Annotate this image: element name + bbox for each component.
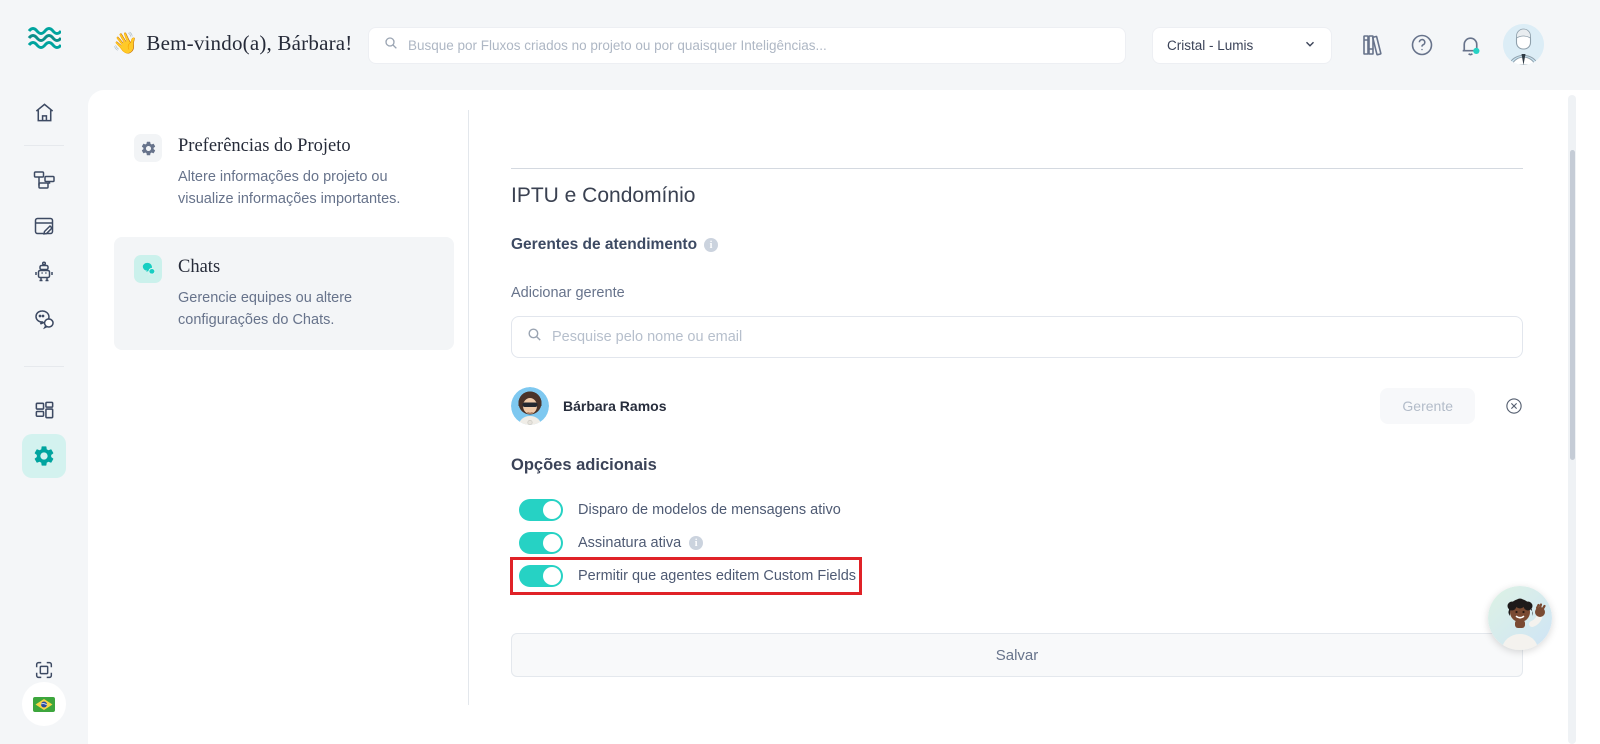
sidebar-divider (24, 145, 64, 146)
docs-library-button[interactable] (1360, 33, 1384, 57)
member-avatar (511, 387, 549, 425)
nav-item-description: Gerencie equipes ou altere configurações… (178, 287, 434, 332)
sidebar-item-dashboard[interactable] (22, 388, 66, 432)
chevron-down-icon (1303, 37, 1317, 54)
toggle-message-templates[interactable] (519, 499, 563, 521)
project-selector-dropdown[interactable]: Cristal - Lumis (1152, 27, 1332, 64)
page-greeting: 👋Bem-vindo(a), Bárbara! (112, 31, 353, 56)
sidebar-item-expand[interactable] (22, 648, 66, 692)
vertical-divider (468, 110, 469, 705)
main-panel: IPTU e Condomínio Gerentes de atendiment… (511, 90, 1523, 744)
member-name: Bárbara Ramos (563, 398, 667, 414)
studio-edit-icon (32, 214, 56, 238)
robot-icon (32, 260, 56, 284)
save-button[interactable]: Salvar (511, 633, 1523, 677)
project-selector-value: Cristal - Lumis (1167, 38, 1253, 53)
close-circle-icon (1505, 397, 1523, 415)
toggle-row-signature: Assinatura ativa i (519, 531, 1119, 555)
sidebar-item-studio[interactable] (22, 204, 66, 248)
chat-bubbles-icon (32, 307, 56, 331)
sidebar (0, 90, 88, 744)
toggle-label: Assinatura ativa i (578, 535, 703, 551)
horizontal-divider (511, 168, 1523, 169)
weni-logo-icon[interactable] (27, 26, 61, 50)
notifications-button[interactable] (1458, 33, 1482, 57)
toggle-custom-fields[interactable] (519, 565, 563, 587)
info-icon[interactable]: i (704, 238, 718, 252)
role-chip[interactable]: Gerente (1380, 388, 1475, 424)
wave-emoji-icon: 👋 (112, 31, 138, 55)
manager-search[interactable] (511, 316, 1523, 358)
add-manager-label: Adicionar gerente (511, 285, 625, 301)
sidebar-item-settings[interactable] (22, 434, 66, 478)
manager-row: Bárbara Ramos Gerente (511, 382, 1523, 430)
page-title: IPTU e Condomínio (511, 184, 695, 208)
help-button[interactable] (1410, 33, 1434, 57)
bell-icon (1458, 33, 1483, 58)
books-icon (1360, 33, 1384, 57)
flows-icon (32, 168, 56, 192)
nav-item-title: Chats (178, 257, 434, 278)
scrollbar-thumb[interactable] (1570, 150, 1575, 460)
nav-item-description: Altere informações do projeto ou visuali… (178, 166, 434, 211)
toggle-row-custom-fields: Permitir que agentes editem Custom Field… (519, 564, 1119, 588)
toggle-row-message-templates: Disparo de modelos de mensagens ativo (519, 498, 1119, 522)
toggle-label: Disparo de modelos de mensagens ativo (578, 502, 841, 518)
options-heading: Opções adicionais (511, 456, 657, 475)
question-mark-icon (1410, 33, 1434, 57)
top-header: 👋Bem-vindo(a), Bárbara! Cristal - Lumis (0, 0, 1600, 90)
global-search-input[interactable] (408, 38, 1111, 53)
search-icon (526, 326, 543, 348)
info-icon[interactable]: i (689, 536, 703, 550)
sidebar-item-flows[interactable] (22, 158, 66, 202)
managers-heading: Gerentes de atendimento i (511, 236, 718, 254)
chats-teal-icon (134, 255, 162, 283)
sidebar-divider (24, 366, 64, 367)
manager-search-input[interactable] (552, 329, 1508, 345)
user-avatar[interactable] (1503, 24, 1544, 65)
toggle-label: Permitir que agentes editem Custom Field… (578, 568, 856, 584)
remove-member-button[interactable] (1505, 397, 1523, 415)
notification-dot (1473, 48, 1479, 54)
gear-icon (32, 444, 56, 468)
options-toggles: Disparo de modelos de mensagens ativo As… (519, 498, 1119, 597)
nav-item-chats[interactable]: Chats Gerencie equipes ou altere configu… (114, 237, 454, 350)
sidebar-item-chats[interactable] (22, 297, 66, 341)
global-search[interactable] (368, 27, 1126, 64)
sidebar-item-home[interactable] (22, 90, 66, 134)
settings-nav: Preferências do Projeto Altere informaçõ… (114, 116, 454, 350)
sidebar-item-bot[interactable] (22, 250, 66, 294)
nav-item-title: Preferências do Projeto (178, 136, 434, 157)
dashboard-grid-icon (33, 399, 56, 422)
home-icon (33, 101, 56, 124)
toggle-signature[interactable] (519, 532, 563, 554)
content-panel: Preferências do Projeto Altere informaçõ… (88, 90, 1600, 744)
gear-outline-icon (134, 134, 162, 162)
brazil-flag-icon (33, 697, 55, 712)
nav-item-project-preferences[interactable]: Preferências do Projeto Altere informaçõ… (114, 116, 454, 229)
assistant-avatar-bubble[interactable] (1488, 586, 1552, 650)
search-icon (383, 35, 399, 56)
expand-icon (33, 659, 55, 681)
